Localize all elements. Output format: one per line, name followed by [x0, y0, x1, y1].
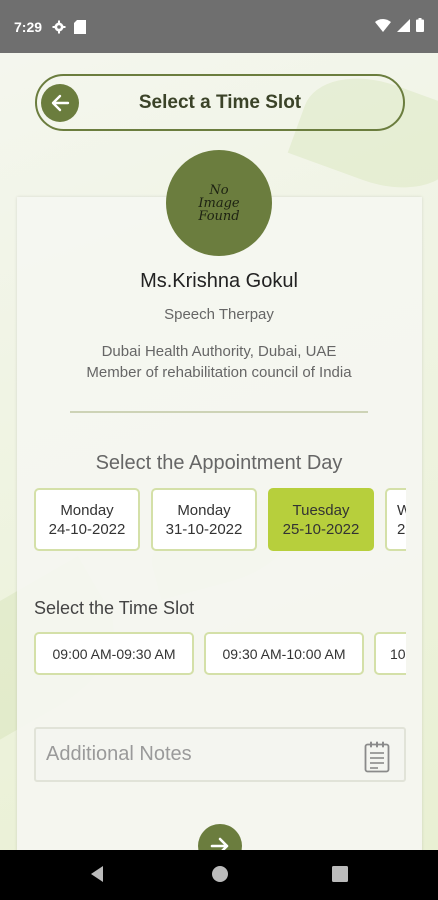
day-date: 31-10-2022	[165, 520, 243, 538]
page-title: Select a Time Slot	[138, 91, 302, 113]
time-slot-option[interactable]: 09:30 AM-10:00 AM	[204, 632, 364, 675]
divider	[70, 411, 368, 413]
notes-input[interactable]	[46, 743, 356, 766]
day-date: 25-10-2022	[282, 520, 360, 538]
day-selector: Monday 24-10-2022 Monday 31-10-2022 Tues…	[34, 488, 406, 551]
status-bar: 7:29	[0, 0, 438, 53]
day-date: 2	[397, 520, 406, 538]
wifi-icon	[375, 18, 391, 35]
signal-icon	[397, 18, 410, 35]
notepad-icon[interactable]	[364, 741, 390, 778]
time-slot-title: Select the Time Slot	[34, 598, 195, 618]
time-slot-selector: 09:00 AM-09:30 AM 09:30 AM-10:00 AM 10	[34, 632, 406, 675]
recents-square-icon[interactable]	[331, 864, 349, 889]
day-option[interactable]: Monday 24-10-2022	[34, 488, 140, 551]
day-name: Monday	[60, 501, 114, 519]
home-circle-icon[interactable]	[210, 864, 230, 889]
back-triangle-icon[interactable]	[88, 864, 106, 889]
additional-notes-field	[34, 727, 406, 782]
day-option-selected[interactable]: Tuesday 25-10-2022	[268, 488, 374, 551]
time-slot-option[interactable]: 09:00 AM-09:30 AM	[34, 632, 194, 675]
arrow-left-icon	[51, 94, 70, 112]
doctor-specialty: Speech Therpay	[164, 306, 274, 323]
navigation-bar	[0, 850, 438, 900]
credential-line: Member of rehabilitation council of Indi…	[86, 364, 352, 381]
credential-line: Dubai Health Authority, Dubai, UAE	[101, 343, 337, 360]
back-button[interactable]	[41, 84, 79, 122]
day-option[interactable]: Monday 31-10-2022	[151, 488, 257, 551]
avatar-placeholder-text: No Image Found	[198, 182, 240, 224]
battery-icon	[416, 18, 424, 35]
doctor-name: Ms.Krishna Gokul	[140, 270, 298, 292]
sim-card-icon	[74, 19, 88, 34]
settings-icon	[52, 20, 66, 34]
day-name: Tuesday	[292, 501, 350, 519]
status-time: 7:29	[14, 18, 43, 35]
page-header: Select a Time Slot	[35, 74, 405, 131]
appointment-day-title: Select the Appointment Day	[95, 452, 343, 474]
day-name: W	[397, 501, 406, 519]
day-date: 24-10-2022	[48, 520, 126, 538]
day-name: Monday	[177, 501, 231, 519]
avatar: No Image Found	[166, 150, 272, 256]
day-option[interactable]: W 2	[385, 488, 406, 551]
time-slot-option[interactable]: 10	[374, 632, 406, 675]
